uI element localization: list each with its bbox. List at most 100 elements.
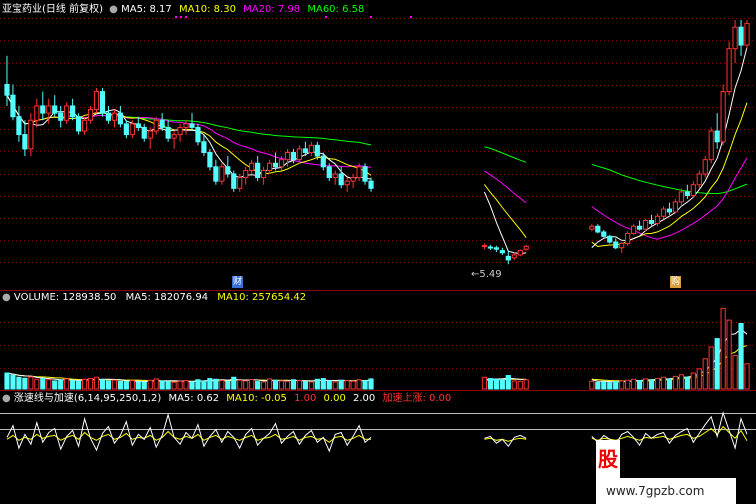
candlestick: [58, 112, 64, 121]
candlestick: [219, 166, 225, 182]
volume-bar: [266, 378, 273, 390]
volume-bar: [344, 380, 350, 390]
volume-bar: [505, 375, 511, 390]
volume-bar: [52, 380, 58, 390]
candlestick: [34, 105, 40, 121]
toggle-icon[interactable]: ●: [2, 292, 11, 303]
volume-bar: [362, 380, 368, 390]
low-price-annotation: ←5.49: [471, 269, 502, 281]
watermark: 股 www.7gpzb.com: [596, 440, 756, 504]
volume-bar: [290, 379, 297, 390]
candlestick: [290, 152, 297, 161]
volume-bar: [225, 380, 231, 390]
candlestick: [619, 242, 625, 249]
toggle-icon[interactable]: ●: [2, 393, 11, 404]
candlestick: [481, 245, 488, 248]
volume-bar: [744, 363, 750, 390]
volume-bar: [601, 381, 607, 390]
volume-bar: [76, 380, 82, 390]
ma20-line: [6, 94, 372, 168]
volume-bar: [165, 381, 171, 390]
candlestick: [595, 225, 601, 233]
volume-bar: [714, 338, 720, 390]
ma60-line: [484, 146, 527, 163]
candlestick: [225, 166, 231, 175]
volume-value: VOLUME: 128938.50: [13, 292, 117, 303]
candlestick: [637, 225, 643, 230]
candlestick: [189, 123, 195, 128]
page-title: 亚宝药业(日线 前复权): [2, 4, 103, 15]
markers: [175, 16, 412, 18]
indicator-ma5-line: [6, 412, 372, 453]
volume-bar: [207, 378, 213, 390]
price-header: 亚宝药业(日线 前复权) ● MA5: 8.17 MA10: 8.30 MA20…: [2, 4, 364, 16]
candlestick: [201, 141, 207, 154]
indicator-v3: 2.00: [353, 393, 376, 404]
candlestick: [356, 166, 362, 179]
candlestick: [678, 191, 684, 203]
volume-bars: [4, 307, 750, 390]
watermark-logo: 股: [596, 440, 620, 478]
volume-bar: [326, 380, 332, 390]
volume-bar: [607, 382, 613, 390]
candlestick: [326, 166, 332, 179]
volume-bar: [219, 380, 225, 390]
volume-bar: [642, 378, 649, 390]
candlestick: [213, 166, 219, 182]
volume-bar: [129, 380, 135, 390]
candlestick: [696, 173, 702, 186]
volume-bar: [4, 372, 10, 390]
candlestick: [278, 159, 285, 168]
candlestick: [105, 112, 112, 121]
volume-bar: [332, 381, 338, 390]
stock-chart: [0, 16, 756, 453]
candlestick: [505, 255, 511, 261]
volume-bar: [28, 376, 34, 390]
finance-badge[interactable]: 财: [232, 276, 243, 288]
candlestick: [708, 130, 714, 161]
candlestick: [123, 123, 129, 136]
candlestick: [631, 225, 637, 234]
ma5-line: [591, 47, 748, 248]
volume-bar: [147, 379, 153, 390]
candlestick: [141, 126, 147, 139]
volume-bar: [690, 372, 696, 390]
candlestick: [625, 232, 631, 244]
volume-bar: [58, 379, 64, 390]
candlestick: [165, 126, 171, 139]
volume-bar: [99, 379, 106, 390]
volume-bar: [589, 380, 595, 390]
candlestick: [726, 48, 732, 93]
ma20-value: MA20: 7.98: [243, 4, 301, 15]
candlestick: [517, 250, 523, 256]
volume-bar: [666, 378, 673, 390]
volume-bar: [720, 307, 726, 390]
ma60-line: [591, 163, 748, 195]
indicator-header: ● 涨速线与加速(6,14,95,250,1,2) MA5: 0.62 MA10…: [2, 393, 451, 405]
volume-bar: [523, 379, 529, 390]
volume-bar: [249, 379, 255, 390]
signal-dot: [370, 16, 372, 18]
volume-bar: [272, 379, 279, 390]
candlestick: [308, 144, 314, 154]
candlestick: [601, 231, 607, 237]
indicator-v1: 1.00: [294, 393, 317, 404]
volume-bar: [487, 378, 493, 390]
candlestick: [720, 91, 726, 143]
candlestick: [296, 148, 303, 161]
toggle-icon[interactable]: ●: [109, 4, 118, 15]
candlestick: [523, 245, 529, 250]
volume-bar: [177, 380, 183, 390]
candlestick: [129, 123, 135, 136]
ma5-line: [483, 191, 527, 255]
volume-bar: [171, 381, 177, 390]
indicator-ma10-line: [484, 437, 527, 442]
buyback-badge[interactable]: 购: [670, 276, 681, 288]
volume-bar: [672, 375, 678, 390]
candlestick: [99, 91, 106, 114]
volume-bar: [201, 380, 207, 390]
candlestick: [362, 166, 368, 182]
ma10-value: MA10: 8.30: [178, 4, 236, 15]
volume-bar: [105, 380, 112, 390]
volume-bar: [153, 378, 159, 390]
